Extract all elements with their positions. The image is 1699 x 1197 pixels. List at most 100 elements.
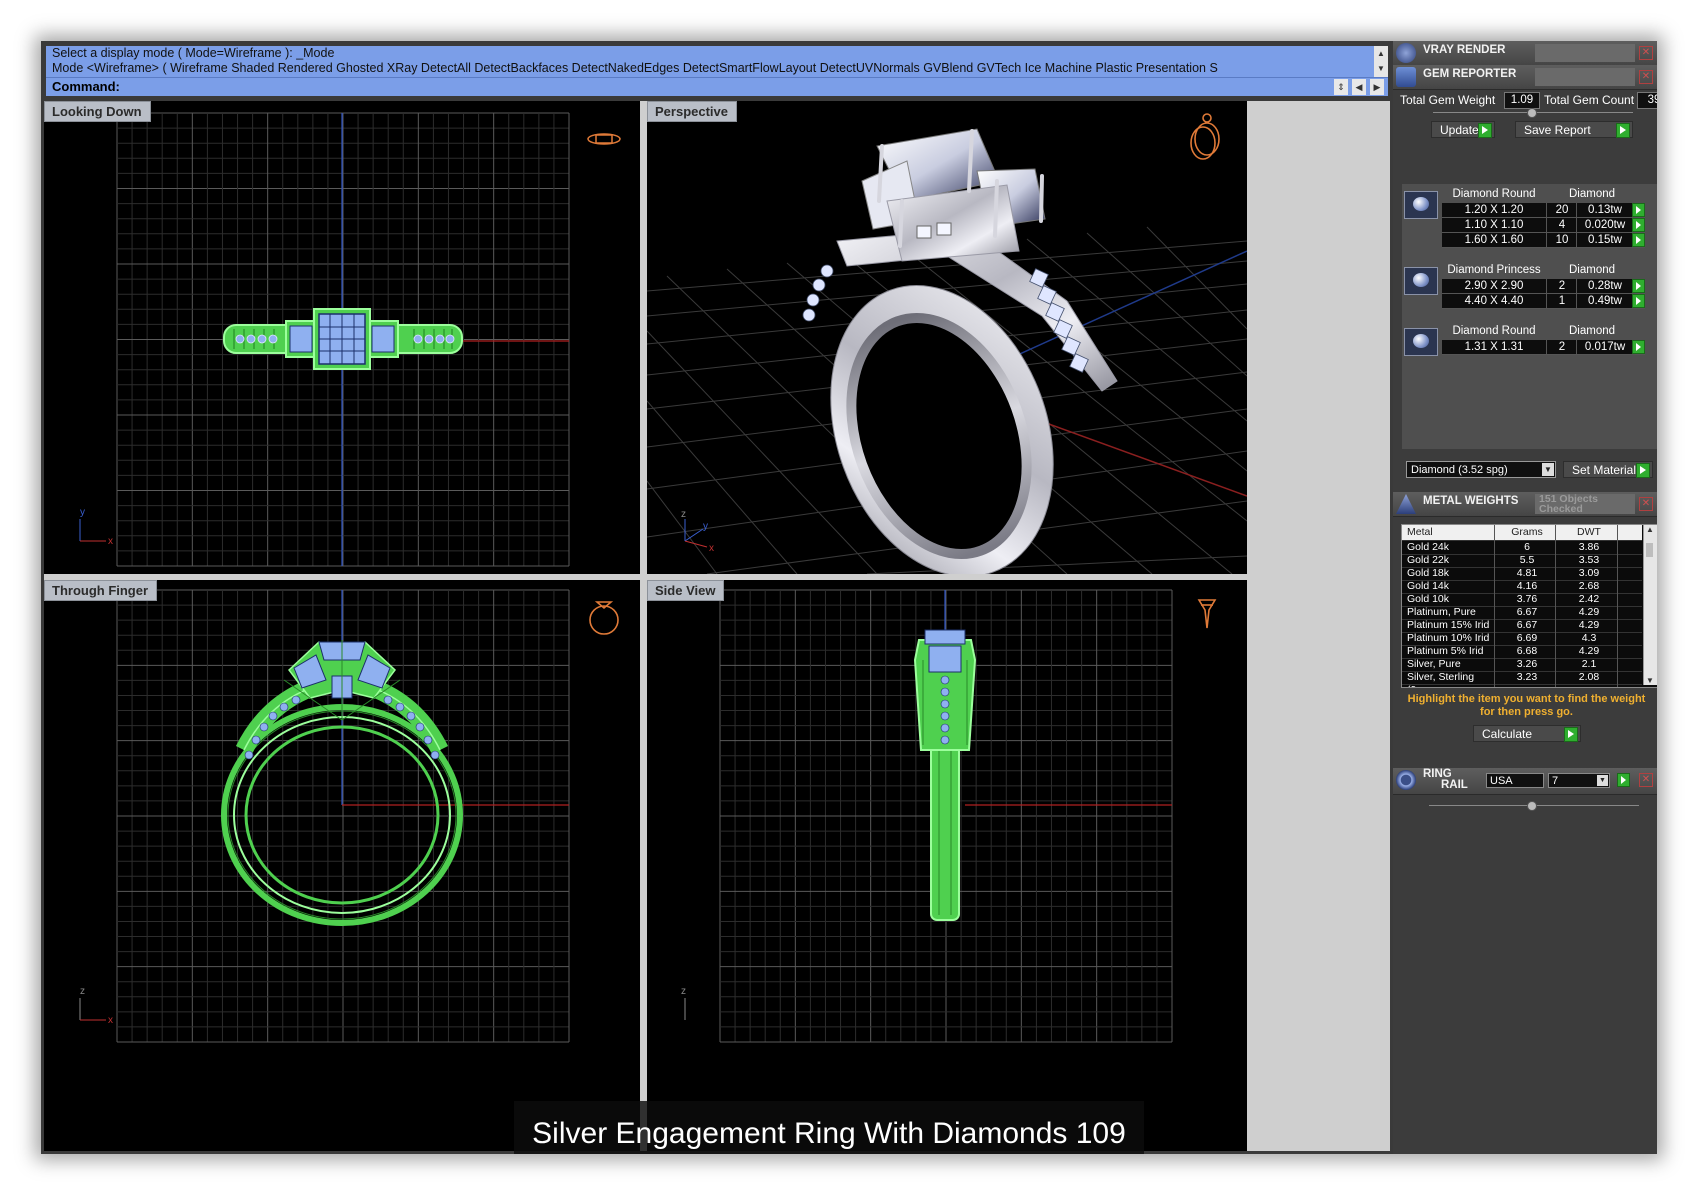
viewport-top[interactable]: Looking Down y x — [44, 101, 640, 574]
scroll-up-icon[interactable]: ▲ — [1646, 525, 1654, 534]
table-row[interactable]: Gold 14k 4.16 2.68 — [1402, 580, 1642, 594]
update-button[interactable]: Update — [1431, 121, 1495, 138]
viewport-label[interactable]: Through Finger — [44, 580, 158, 601]
metal-dwt: 4.29 — [1578, 619, 1600, 631]
gem-row[interactable]: 4.40 X 4.40 1 0.49tw — [1442, 294, 1645, 309]
ring-size-region-field[interactable]: USA — [1486, 773, 1544, 788]
viewport-front[interactable]: Through Finger z x — [44, 580, 640, 1151]
metal-name: Platinum 5% Irid — [1407, 645, 1484, 657]
vray-render-panel-header[interactable]: VRAY RENDER ✕ — [1393, 41, 1657, 66]
gem-group[interactable]: Diamond Princess Diamond 2.90 X 2.90 2 0.28t… — [1402, 264, 1657, 310]
command-history-scrollbar[interactable]: ▲ ▼ — [1374, 46, 1388, 77]
column-header[interactable]: Metal — [1407, 525, 1495, 540]
arrow-left-icon[interactable]: ◀ — [1352, 79, 1366, 95]
command-line[interactable]: Command: ⇕ ◀ ▶ — [46, 77, 1388, 96]
viewport-label[interactable]: Side View — [647, 580, 725, 601]
table-row[interactable]: Silver, Sterling (9... 3.23 2.08 — [1402, 671, 1642, 687]
panel-title-line: RAIL — [1441, 779, 1468, 791]
scroll-down-icon[interactable]: ▼ — [1646, 676, 1654, 685]
go-arrow-icon[interactable] — [1632, 340, 1645, 354]
gem-row[interactable]: 1.20 X 1.20 20 0.13tw — [1442, 203, 1645, 218]
table-row[interactable]: Platinum 15% Irid 6.67 4.29 — [1402, 619, 1642, 633]
metal-grams: 4.81 — [1516, 567, 1538, 579]
viewport-label[interactable]: Perspective — [647, 101, 737, 122]
close-icon[interactable]: ✕ — [1639, 497, 1653, 511]
viewport-perspective[interactable]: Perspective z y x — [647, 101, 1247, 574]
table-row[interactable]: Platinum 5% Irid 6.68 4.29 — [1402, 645, 1642, 659]
viewport-side[interactable]: Side View z — [647, 580, 1247, 1151]
gem-group[interactable]: Diamond Round Diamond 1.20 X 1.20 20 0.13tw 1… — [1402, 188, 1657, 249]
gem-reporter-panel-header[interactable]: GEM REPORTER ✕ — [1393, 65, 1657, 90]
material-select[interactable]: Diamond (3.52 spg) ▼ — [1406, 461, 1556, 478]
gem-count: 2 — [1546, 340, 1577, 354]
go-arrow-icon[interactable] — [1617, 773, 1630, 787]
panel-title: GEM REPORTER — [1423, 68, 1517, 80]
total-gem-count-label: Total Gem Count — [1544, 93, 1635, 107]
arrow-right-icon[interactable]: ▶ — [1370, 79, 1384, 95]
chevron-down-icon[interactable]: ▼ — [1597, 775, 1608, 786]
gem-thumbnail-icon — [1404, 267, 1438, 295]
metal-dwt: 4.29 — [1578, 645, 1600, 657]
table-row[interactable]: Silver, Pure 3.26 2.1 — [1402, 658, 1642, 672]
go-arrow-icon[interactable] — [1632, 233, 1645, 247]
save-report-button[interactable]: Save Report — [1515, 121, 1633, 138]
gem-size: 1.31 X 1.31 — [1464, 341, 1524, 353]
slider-knob[interactable] — [1527, 108, 1537, 118]
metal-name: Gold 24k — [1407, 541, 1450, 553]
table-row[interactable]: Platinum, Pure 6.67 4.29 — [1402, 606, 1642, 620]
table-row[interactable]: Platinum 10% Irid 6.69 4.3 — [1402, 632, 1642, 646]
scrollbar-thumb[interactable] — [1646, 543, 1653, 557]
calculate-button[interactable]: Calculate — [1473, 725, 1581, 742]
chevron-down-icon[interactable]: ▼ — [1542, 463, 1554, 476]
metal-grams: 4.16 — [1516, 580, 1538, 592]
ring-rail-panel-header[interactable]: RING RAIL USA 7 ▼ ✕ — [1393, 768, 1657, 795]
gem-type-label: Diamond Princess — [1447, 264, 1541, 276]
metal-grams: 6 — [1524, 541, 1530, 553]
set-material-button[interactable]: Set Material — [1563, 461, 1653, 478]
command-history-line[interactable]: Mode <Wireframe> ( Wireframe Shaded Rend… — [52, 61, 1374, 76]
column-header[interactable]: Grams — [1498, 525, 1556, 540]
go-arrow-icon[interactable] — [1632, 218, 1645, 232]
gem-weight: 0.020tw — [1576, 218, 1633, 232]
ring-size-select[interactable]: 7 ▼ — [1548, 773, 1610, 788]
close-icon[interactable]: ✕ — [1639, 70, 1653, 84]
gem-group-header: Diamond Round Diamond — [1442, 188, 1638, 202]
viewport-perspective-canvas: z y x — [647, 113, 1247, 574]
metal-weights-icon — [1396, 494, 1416, 514]
metal-table-scrollbar[interactable]: ▲ ▼ — [1643, 525, 1657, 685]
gem-material-label: Diamond — [1568, 264, 1616, 276]
metal-grams: 3.76 — [1516, 593, 1538, 605]
viewport-label[interactable]: Looking Down — [44, 101, 151, 122]
table-row[interactable]: Gold 22k 5.5 3.53 — [1402, 554, 1642, 568]
table-row[interactable]: Gold 18k 4.81 3.09 — [1402, 567, 1642, 581]
slider-knob[interactable] — [1527, 801, 1537, 811]
go-arrow-icon[interactable] — [1632, 294, 1645, 308]
metal-weights-hint: Highlight the item you want to find the … — [1407, 693, 1646, 718]
gem-row[interactable]: 2.90 X 2.90 2 0.28tw — [1442, 279, 1645, 294]
gem-count: 20 — [1546, 203, 1577, 217]
metal-weights-panel-header[interactable]: METAL WEIGHTS 151 Objects Checked ✕ — [1393, 492, 1657, 517]
go-arrow-icon[interactable] — [1632, 279, 1645, 293]
metal-grams: 3.23 — [1516, 671, 1538, 683]
gem-row[interactable]: 1.31 X 1.31 2 0.017tw — [1442, 340, 1645, 355]
metal-grams: 3.26 — [1516, 658, 1538, 670]
scroll-up-icon[interactable]: ▲ — [1374, 46, 1388, 61]
column-header[interactable]: DWT — [1560, 525, 1618, 540]
ring-rail-icon — [1396, 770, 1416, 790]
gem-row[interactable]: 1.60 X 1.60 10 0.15tw — [1442, 233, 1645, 248]
metal-dwt: 2.42 — [1578, 593, 1600, 605]
close-icon[interactable]: ✕ — [1639, 46, 1653, 60]
gem-row[interactable]: 1.10 X 1.10 4 0.020tw — [1442, 218, 1645, 233]
table-row[interactable]: Gold 24k 6 3.86 — [1402, 541, 1642, 555]
spinner-icon[interactable]: ⇕ — [1334, 79, 1348, 95]
scroll-down-icon[interactable]: ▼ — [1374, 61, 1388, 76]
close-icon[interactable]: ✕ — [1639, 773, 1653, 787]
gem-group[interactable]: Diamond Round Diamond 1.31 X 1.31 2 0.017tw — [1402, 325, 1657, 356]
table-row[interactable]: Gold 10k 3.76 2.42 — [1402, 593, 1642, 607]
go-arrow-icon[interactable] — [1632, 203, 1645, 217]
svg-text:x: x — [108, 536, 113, 547]
metal-weights-table: Metal Grams DWT Gold 24k 6 3.86 Gold 22k 5.5 3.5… — [1401, 524, 1657, 688]
metal-name: Silver, Sterling (9... — [1407, 671, 1475, 687]
metal-name: Gold 22k — [1407, 554, 1450, 566]
total-gem-weight-value: 1.09 — [1504, 92, 1540, 109]
